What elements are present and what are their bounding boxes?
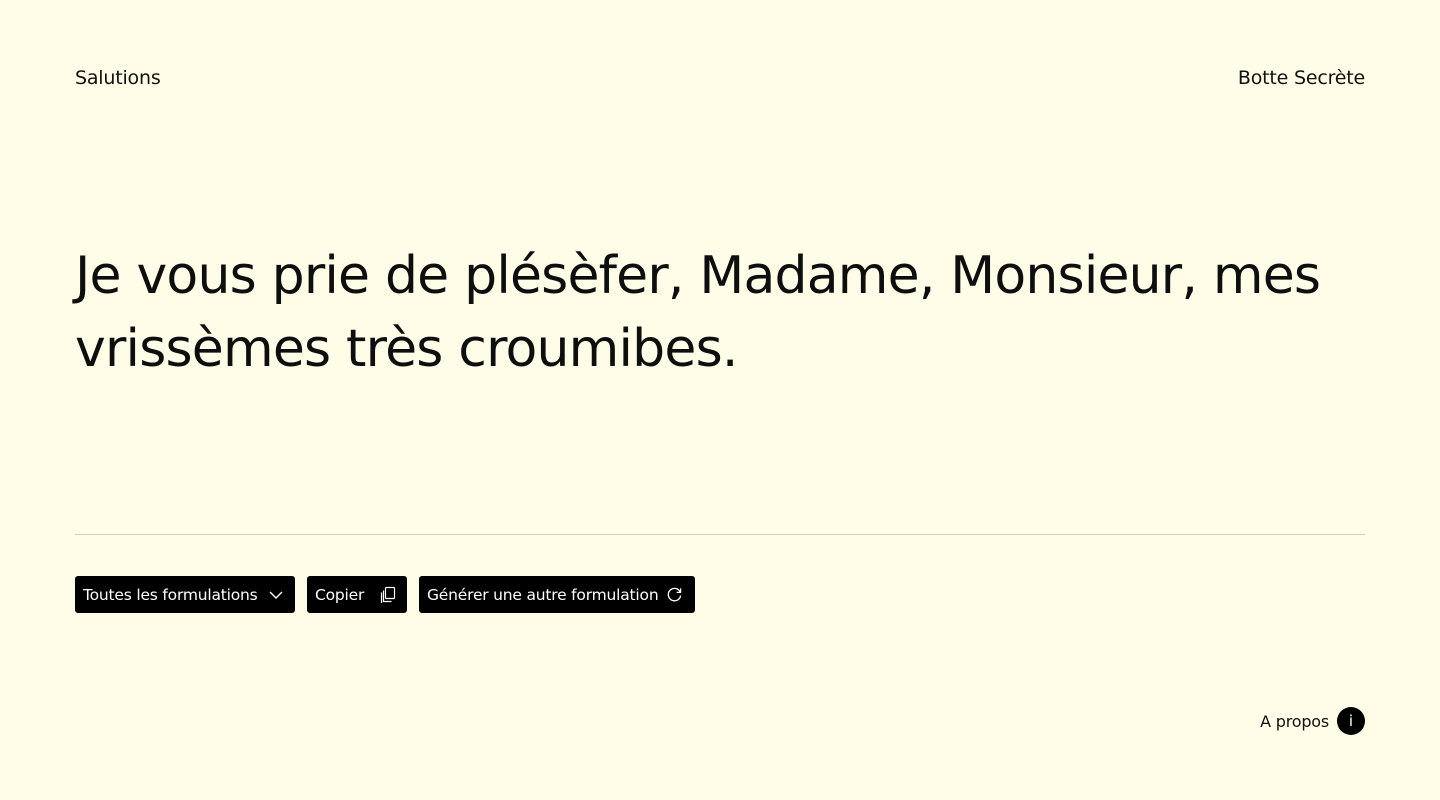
salutation-text: Je vous prie de plésèfer, Madame, Monsie… — [75, 246, 1321, 379]
divider — [75, 534, 1365, 535]
brand-link[interactable]: Salutions — [75, 66, 161, 90]
all-formulations-label: Toutes les formulations — [83, 585, 258, 604]
all-formulations-dropdown[interactable]: Toutes les formulations — [75, 576, 295, 613]
about-label: A propos — [1260, 711, 1329, 731]
about-link[interactable]: A propos i — [1260, 707, 1365, 735]
copy-button[interactable]: Copier — [307, 576, 407, 613]
refresh-icon — [665, 586, 683, 604]
copy-icon — [379, 586, 397, 604]
chevron-down-icon — [267, 586, 285, 604]
botte-secrete-link[interactable]: Botte Secrète — [1238, 66, 1365, 90]
page: Salutions Botte Secrète Je vous prie de … — [0, 0, 1440, 800]
info-icon: i — [1337, 707, 1365, 735]
copy-label: Copier — [315, 585, 365, 604]
generate-another-label: Générer une autre formulation — [427, 585, 659, 604]
generate-another-button[interactable]: Générer une autre formulation — [419, 576, 695, 613]
action-bar: Toutes les formulations Copier Générer u… — [75, 576, 695, 613]
